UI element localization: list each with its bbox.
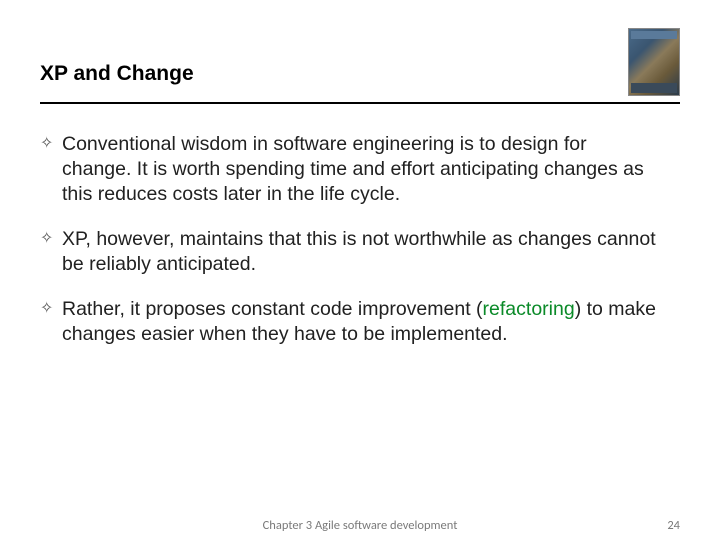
- bullet-text: Rather, it proposes constant code improv…: [62, 297, 660, 347]
- bullet-text: Conventional wisdom in software engineer…: [62, 132, 660, 207]
- bullet-item: ✧ Conventional wisdom in software engine…: [40, 132, 660, 207]
- bullet-pre: Rather, it proposes constant code improv…: [62, 298, 483, 320]
- diamond-bullet-icon: ✧: [40, 132, 62, 154]
- bullet-text: XP, however, maintains that this is not …: [62, 227, 660, 277]
- bullet-item: ✧ XP, however, maintains that this is no…: [40, 227, 660, 277]
- bullet-item: ✧ Rather, it proposes constant code impr…: [40, 297, 660, 347]
- slide-title: XP and Change: [40, 48, 194, 86]
- footer-chapter: Chapter 3 Agile software development: [263, 518, 458, 533]
- book-cover-image: [628, 28, 680, 96]
- footer-page-number: 24: [667, 518, 680, 533]
- slide-header: XP and Change: [40, 48, 680, 96]
- diamond-bullet-icon: ✧: [40, 227, 62, 249]
- diamond-bullet-icon: ✧: [40, 297, 62, 319]
- title-divider: [40, 102, 680, 104]
- highlight-term: refactoring: [483, 298, 575, 320]
- slide: XP and Change ✧ Conventional wisdom in s…: [0, 0, 720, 540]
- slide-content: ✧ Conventional wisdom in software engine…: [40, 132, 680, 347]
